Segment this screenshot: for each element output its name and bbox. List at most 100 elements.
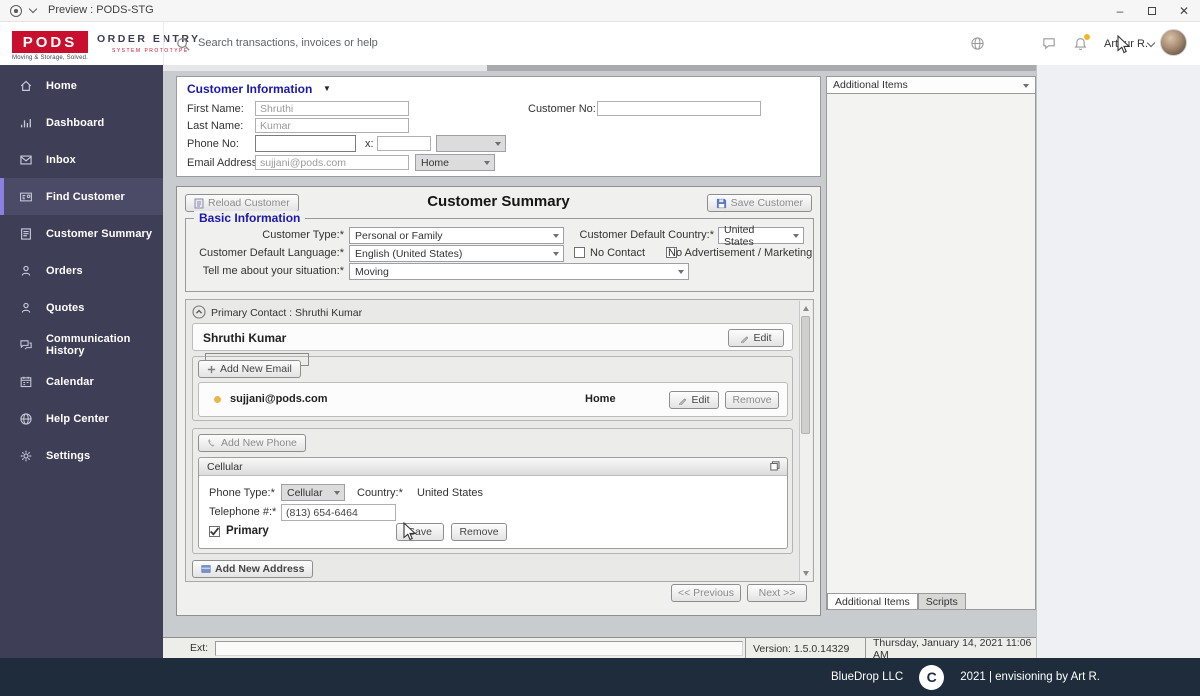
save-icon — [716, 198, 726, 208]
chevron-down-icon[interactable] — [28, 4, 38, 14]
default-language-dropdown[interactable]: English (United States) — [349, 245, 564, 262]
footer-company: BlueDrop LLC — [830, 671, 904, 683]
phone-remove-button[interactable]: Remove — [451, 523, 507, 541]
customer-no-label: Customer No: — [528, 103, 596, 115]
tab-scripts[interactable]: Scripts — [917, 593, 966, 609]
primary-checkbox[interactable] — [209, 526, 220, 537]
cellular-phone-type-dropdown[interactable]: Cellular — [281, 484, 345, 501]
restore-window-icon[interactable] — [770, 461, 780, 474]
tab-additional-items[interactable]: Additional Items — [827, 593, 918, 609]
user-name[interactable]: Arthur R. — [1104, 38, 1148, 50]
sidebar-item-label: Calendar — [46, 375, 94, 388]
phone-no-field[interactable] — [255, 135, 356, 152]
horizontal-scrollbar-thumb[interactable] — [487, 65, 1036, 71]
status-bar: Ext: Version: 1.5.0.14329 Thursday, Janu… — [163, 637, 1036, 661]
sidebar-nav: Home Dashboard Inbox Find Customer Custo… — [0, 65, 163, 658]
add-new-phone-button[interactable]: Add New Phone — [198, 434, 306, 452]
sidebar-item-label: Settings — [46, 449, 91, 462]
customer-summary-icon — [19, 227, 33, 241]
default-country-dropdown[interactable]: United States — [718, 224, 804, 248]
scroll-up-icon[interactable] — [803, 306, 809, 311]
situation-dropdown[interactable]: Moving — [349, 263, 689, 280]
contacts-section: Primary Contact : Shruthi Kumar Shruthi … — [185, 299, 814, 582]
minimize-icon: – — [1116, 4, 1124, 18]
customer-summary-panel: Reload Customer Customer Summary Save Cu… — [176, 186, 821, 616]
customer-information-title[interactable]: Customer Information — [187, 82, 312, 96]
sidebar-item-label: Dashboard — [46, 116, 105, 129]
primary-label: Primary — [226, 525, 269, 537]
tab-scripts-label: Scripts — [925, 595, 958, 608]
chat-icon[interactable] — [1041, 36, 1057, 54]
footer-credit: 2021 | envisioning by Art R. — [960, 671, 1100, 683]
close-button[interactable]: ✕ — [1168, 0, 1200, 22]
first-name-label: First Name: — [187, 103, 244, 115]
cellular-title: Cellular — [207, 461, 243, 473]
email-address-field[interactable] — [255, 155, 409, 170]
customer-no-field[interactable] — [597, 101, 761, 116]
email-edit-button[interactable]: Edit — [669, 391, 719, 409]
scroll-down-icon[interactable] — [803, 571, 809, 576]
phone-type-dropdown[interactable] — [436, 135, 506, 152]
sidebar-item-find-customer[interactable]: Find Customer — [0, 178, 163, 215]
no-contact-checkbox[interactable] — [574, 247, 585, 258]
email-remove-button[interactable]: Remove — [725, 391, 779, 409]
sidebar-item-communication-history[interactable]: Communication History — [0, 326, 163, 363]
basic-information-legend: Basic Information — [194, 211, 306, 225]
sidebar-item-inbox[interactable]: Inbox — [0, 141, 163, 178]
add-new-email-button[interactable]: Add New Email — [198, 360, 301, 378]
telephone-field[interactable] — [281, 504, 396, 521]
copyright-icon: C — [919, 664, 945, 690]
horizontal-scrollbar[interactable] — [163, 65, 1036, 71]
contact-edit-button[interactable]: Edit — [728, 329, 784, 347]
edit-icon — [741, 335, 749, 343]
sidebar-item-dashboard[interactable]: Dashboard — [0, 104, 163, 141]
orders-icon — [19, 264, 33, 278]
email-edit-label: Edit — [691, 394, 710, 406]
sidebar-item-home[interactable]: Home — [0, 67, 163, 104]
cellular-header: Cellular — [199, 458, 787, 476]
sidebar-item-settings[interactable]: Settings — [0, 437, 163, 474]
calendar-icon — [19, 375, 33, 389]
user-menu-chevron-icon[interactable] — [1146, 38, 1156, 48]
plus-icon — [207, 365, 216, 373]
phone-ext-label: x: — [365, 138, 374, 150]
bell-icon[interactable] — [1073, 34, 1090, 55]
contacts-scrollbar[interactable] — [799, 301, 812, 581]
close-icon: ✕ — [1178, 4, 1190, 18]
last-name-field[interactable] — [255, 118, 409, 133]
customer-type-dropdown[interactable]: Personal or Family — [349, 227, 564, 244]
app-window: Preview : PODS-STG – ✕ PODS Moving & Sto… — [0, 0, 1200, 696]
contacts-scrollbar-thumb[interactable] — [801, 316, 810, 434]
next-label: Next >> — [758, 587, 796, 599]
minimize-button[interactable]: – — [1104, 0, 1136, 22]
sidebar-item-orders[interactable]: Orders — [0, 252, 163, 289]
additional-items-dropdown[interactable]: Additional Items — [827, 77, 1035, 94]
search-input[interactable] — [198, 32, 618, 54]
datetime-cell: Thursday, January 14, 2021 11:06 AM — [865, 637, 1036, 661]
collapse-arrow-icon[interactable]: ▼ — [323, 84, 331, 93]
phone-ext-field[interactable] — [377, 136, 431, 151]
next-button[interactable]: Next >> — [747, 584, 807, 602]
save-customer-button[interactable]: Save Customer — [706, 194, 812, 212]
phone-icon — [208, 439, 215, 447]
check-icon — [210, 527, 220, 536]
add-new-address-button[interactable]: Add New Address — [192, 560, 314, 578]
dropdown-arrow-icon — [495, 142, 501, 146]
phone-save-button[interactable]: Save — [396, 523, 444, 541]
maximize-button[interactable] — [1136, 0, 1168, 22]
sidebar-item-help-center[interactable]: Help Center — [0, 400, 163, 437]
no-marketing-label: No Advertisement / Marketing — [668, 247, 813, 259]
sidebar-item-quotes[interactable]: Quotes — [0, 289, 163, 326]
globe-icon[interactable] — [970, 36, 985, 54]
sidebar-item-calendar[interactable]: Calendar — [0, 363, 163, 400]
save-customer-label: Save Customer — [730, 197, 803, 209]
collapse-contact-icon[interactable] — [192, 305, 206, 322]
previous-button[interactable]: << Previous — [671, 584, 741, 602]
user-avatar[interactable] — [1160, 29, 1187, 56]
sidebar-item-customer-summary[interactable]: Customer Summary — [0, 215, 163, 252]
email-type-dropdown[interactable]: Home — [415, 154, 495, 171]
dropdown-arrow-icon — [1023, 84, 1029, 88]
first-name-field[interactable] — [255, 101, 409, 116]
record-icon[interactable] — [10, 5, 22, 17]
inbox-icon — [19, 153, 33, 167]
